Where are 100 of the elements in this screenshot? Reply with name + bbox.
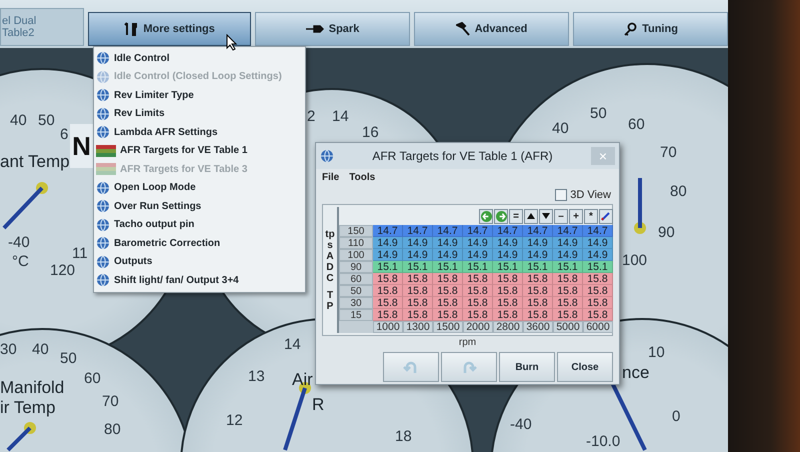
menu-bar-item[interactable]: Tools	[349, 172, 376, 184]
table-cell[interactable]: 14.9	[523, 237, 553, 250]
table-cell[interactable]: 14.7	[373, 225, 403, 238]
table-cell[interactable]: 15.8	[463, 309, 493, 322]
table-cell[interactable]: 15.8	[523, 309, 553, 322]
menu-tab[interactable]: Advanced	[414, 12, 570, 46]
table-cell[interactable]: 15.8	[583, 285, 613, 298]
column-header: 5000	[553, 321, 583, 334]
dialog-button[interactable]: Burn	[499, 352, 555, 382]
table-cell[interactable]: 14.9	[373, 249, 403, 262]
checkbox[interactable]	[555, 189, 568, 202]
table-cell[interactable]: 15.8	[373, 297, 403, 310]
table-cell[interactable]: 14.9	[493, 249, 523, 262]
menu-item[interactable]: AFR Targets for VE Table 1	[94, 142, 305, 160]
menu-tab[interactable]: Spark	[255, 12, 410, 46]
table-cell[interactable]: 15.8	[583, 297, 613, 310]
table-cell[interactable]: 15.8	[523, 273, 553, 286]
table-cell[interactable]: 15.8	[553, 297, 583, 310]
table-cell[interactable]: 15.8	[403, 297, 433, 310]
table-cell[interactable]: 15.8	[433, 285, 463, 298]
table-cell[interactable]: 15.8	[403, 285, 433, 298]
menu-tab[interactable]: Tuning	[573, 12, 728, 46]
table-cell[interactable]: 14.9	[583, 249, 613, 262]
table-cell[interactable]: 15.8	[523, 297, 553, 310]
table-cell[interactable]: 15.8	[493, 273, 523, 286]
table-cell[interactable]: 14.7	[493, 225, 523, 238]
table-cell[interactable]: 15.8	[403, 309, 433, 322]
menu-item[interactable]: Outputs	[94, 252, 305, 271]
toolbar-button[interactable]	[539, 208, 553, 224]
table-cell[interactable]: 15.8	[403, 273, 433, 286]
menu-bar-item[interactable]: File	[322, 172, 340, 184]
table-cell[interactable]: 15.1	[433, 261, 463, 274]
table-cell[interactable]: 14.9	[373, 237, 403, 250]
toolbar-button[interactable]: +	[569, 208, 583, 224]
toolbar-button[interactable]	[599, 208, 613, 224]
table-cell[interactable]: 15.8	[493, 309, 523, 322]
gauge-title: Air	[292, 370, 313, 390]
table-cell[interactable]: 14.9	[553, 249, 583, 262]
dialog-button[interactable]: Close	[557, 352, 613, 382]
table-cell[interactable]: 15.8	[433, 297, 463, 310]
gauge-tick-label: 60	[84, 370, 101, 387]
menu-item[interactable]: Rev Limits	[94, 104, 305, 123]
row-header: 90	[339, 261, 373, 274]
table-cell[interactable]: 15.8	[463, 273, 493, 286]
table-cell[interactable]: 15.8	[553, 273, 583, 286]
table-cell[interactable]: 15.8	[433, 273, 463, 286]
menu-item[interactable]: Rev Limiter Type	[94, 86, 305, 104]
table-cell[interactable]: 15.8	[583, 273, 613, 286]
table-cell[interactable]: 15.8	[463, 297, 493, 310]
globe-icon	[96, 236, 110, 250]
toolbar-button[interactable]: *	[584, 208, 598, 224]
menu-item[interactable]: Shift light/ fan/ Output 3+4	[94, 271, 305, 290]
table-cell[interactable]: 14.9	[583, 237, 613, 250]
table-cell[interactable]: 15.1	[403, 261, 433, 274]
table-cell[interactable]: 14.9	[403, 249, 433, 262]
table-cell[interactable]: 15.1	[523, 261, 553, 274]
toolbar-button[interactable]: =	[509, 208, 523, 224]
menu-item[interactable]: Open Loop Mode	[94, 178, 305, 197]
toolbar-button[interactable]: –	[554, 208, 568, 224]
table-cell[interactable]: 15.8	[463, 285, 493, 298]
menu-item[interactable]: Barometric Correction	[94, 234, 305, 252]
table-cell[interactable]: 15.1	[463, 261, 493, 274]
table-cell[interactable]: 15.8	[493, 285, 523, 298]
menu-item[interactable]: Tacho output pin	[94, 216, 305, 234]
table-cell[interactable]: 14.7	[553, 225, 583, 238]
table-cell[interactable]: 14.9	[403, 237, 433, 250]
table-cell[interactable]: 14.9	[553, 237, 583, 250]
table-cell[interactable]: 14.9	[463, 249, 493, 262]
table-cell[interactable]: 15.8	[583, 309, 613, 322]
table-cell[interactable]: 15.8	[373, 285, 403, 298]
table-cell[interactable]: 14.7	[433, 225, 463, 238]
table-cell[interactable]: 14.7	[403, 225, 433, 238]
table-cell[interactable]: 14.9	[463, 237, 493, 250]
menu-item[interactable]: Idle Control	[94, 49, 305, 68]
pen-icon	[601, 211, 611, 222]
table-cell[interactable]: 15.1	[373, 261, 403, 274]
table-cell[interactable]: 15.1	[553, 261, 583, 274]
gauge-tick-label: 11	[72, 245, 88, 262]
menu-item[interactable]: Lambda AFR Settings	[94, 123, 305, 142]
table-cell[interactable]: 15.8	[553, 309, 583, 322]
table-cell[interactable]: 15.8	[433, 309, 463, 322]
table-cell[interactable]: 14.9	[433, 249, 463, 262]
table-cell[interactable]: 15.8	[373, 309, 403, 322]
table-cell[interactable]: 15.1	[583, 261, 613, 274]
table-cell[interactable]: 15.8	[493, 297, 523, 310]
table-cell[interactable]: 14.7	[523, 225, 553, 238]
table-cell[interactable]: 15.8	[553, 285, 583, 298]
table-cell[interactable]: 15.8	[373, 273, 403, 286]
table-cell[interactable]: 14.7	[463, 225, 493, 238]
table-cell[interactable]: 14.9	[433, 237, 463, 250]
table-cell[interactable]: 15.8	[523, 285, 553, 298]
gauge-tick-label: 30	[0, 341, 17, 358]
menu-item[interactable]: Over Run Settings	[94, 197, 305, 216]
toolbar-button[interactable]	[524, 208, 538, 224]
menu-tab[interactable]: More settings	[88, 12, 252, 46]
table-cell[interactable]: 14.9	[523, 249, 553, 262]
table-cell[interactable]: 15.1	[493, 261, 523, 274]
table-cell[interactable]: 14.7	[583, 225, 613, 238]
column-header: 1500	[433, 321, 463, 334]
table-cell[interactable]: 14.9	[493, 237, 523, 250]
